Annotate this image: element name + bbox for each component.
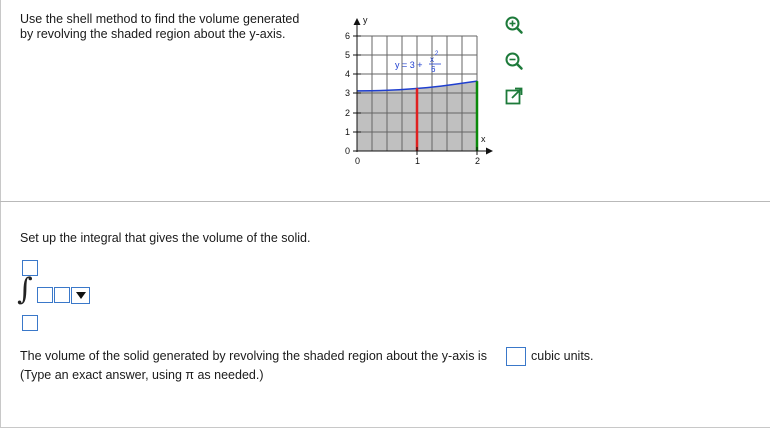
differential-input[interactable] bbox=[54, 287, 70, 303]
lower-limit-input[interactable] bbox=[22, 315, 38, 331]
y-tick-label: 4 bbox=[345, 69, 350, 79]
zoom-out-icon bbox=[505, 52, 523, 70]
volume-answer-input[interactable] bbox=[506, 347, 526, 366]
section-divider bbox=[0, 201, 770, 202]
region-graph: y x 6 5 4 3 2 1 0 0 1 2 y = 3 + x 2 6 bbox=[345, 15, 493, 166]
question-line-2: by revolving the shaded region about the… bbox=[20, 27, 286, 41]
setup-prompt: Set up the integral that gives the volum… bbox=[20, 231, 311, 245]
curve-label-denominator: 6 bbox=[431, 65, 436, 74]
panel-left-border bbox=[0, 0, 1, 428]
x-tick-label: 2 bbox=[475, 156, 480, 166]
volume-units: cubic units. bbox=[531, 349, 594, 363]
curve-label-numerator: x bbox=[430, 55, 434, 64]
x-axis-label: x bbox=[481, 134, 486, 144]
x-axis-arrow bbox=[486, 147, 493, 155]
integral-sign: ∫ bbox=[17, 272, 33, 307]
question-text: Use the shell method to find the volume … bbox=[20, 12, 320, 42]
answer-hint: (Type an exact answer, using π as needed… bbox=[20, 368, 264, 382]
y-tick-label: 5 bbox=[345, 50, 350, 60]
y-tick-label: 1 bbox=[345, 127, 350, 137]
curve-label-prefix: y = 3 + bbox=[395, 60, 423, 70]
y-tick-label: 3 bbox=[345, 88, 350, 98]
volume-prompt: The volume of the solid generated by rev… bbox=[20, 349, 487, 363]
popout-button[interactable] bbox=[504, 86, 524, 106]
popout-icon bbox=[505, 87, 523, 105]
zoom-in-button[interactable] bbox=[504, 15, 524, 35]
x-tick-label: 0 bbox=[355, 156, 360, 166]
question-line-1: Use the shell method to find the volume … bbox=[20, 12, 300, 26]
zoom-out-button[interactable] bbox=[504, 51, 524, 71]
x-tick-label: 1 bbox=[415, 156, 420, 166]
y-axis-label: y bbox=[363, 15, 368, 25]
chevron-down-icon bbox=[76, 292, 86, 299]
curve-equation-label: y = 3 + x 2 6 bbox=[395, 51, 441, 74]
y-axis-arrow bbox=[353, 18, 361, 25]
zoom-in-icon bbox=[505, 16, 523, 34]
y-tick-label: 2 bbox=[345, 108, 350, 118]
y-tick-label: 6 bbox=[345, 31, 350, 41]
y-tick-label: 0 bbox=[345, 146, 350, 156]
integrand-input[interactable] bbox=[37, 287, 53, 303]
variable-dropdown[interactable] bbox=[71, 287, 90, 304]
